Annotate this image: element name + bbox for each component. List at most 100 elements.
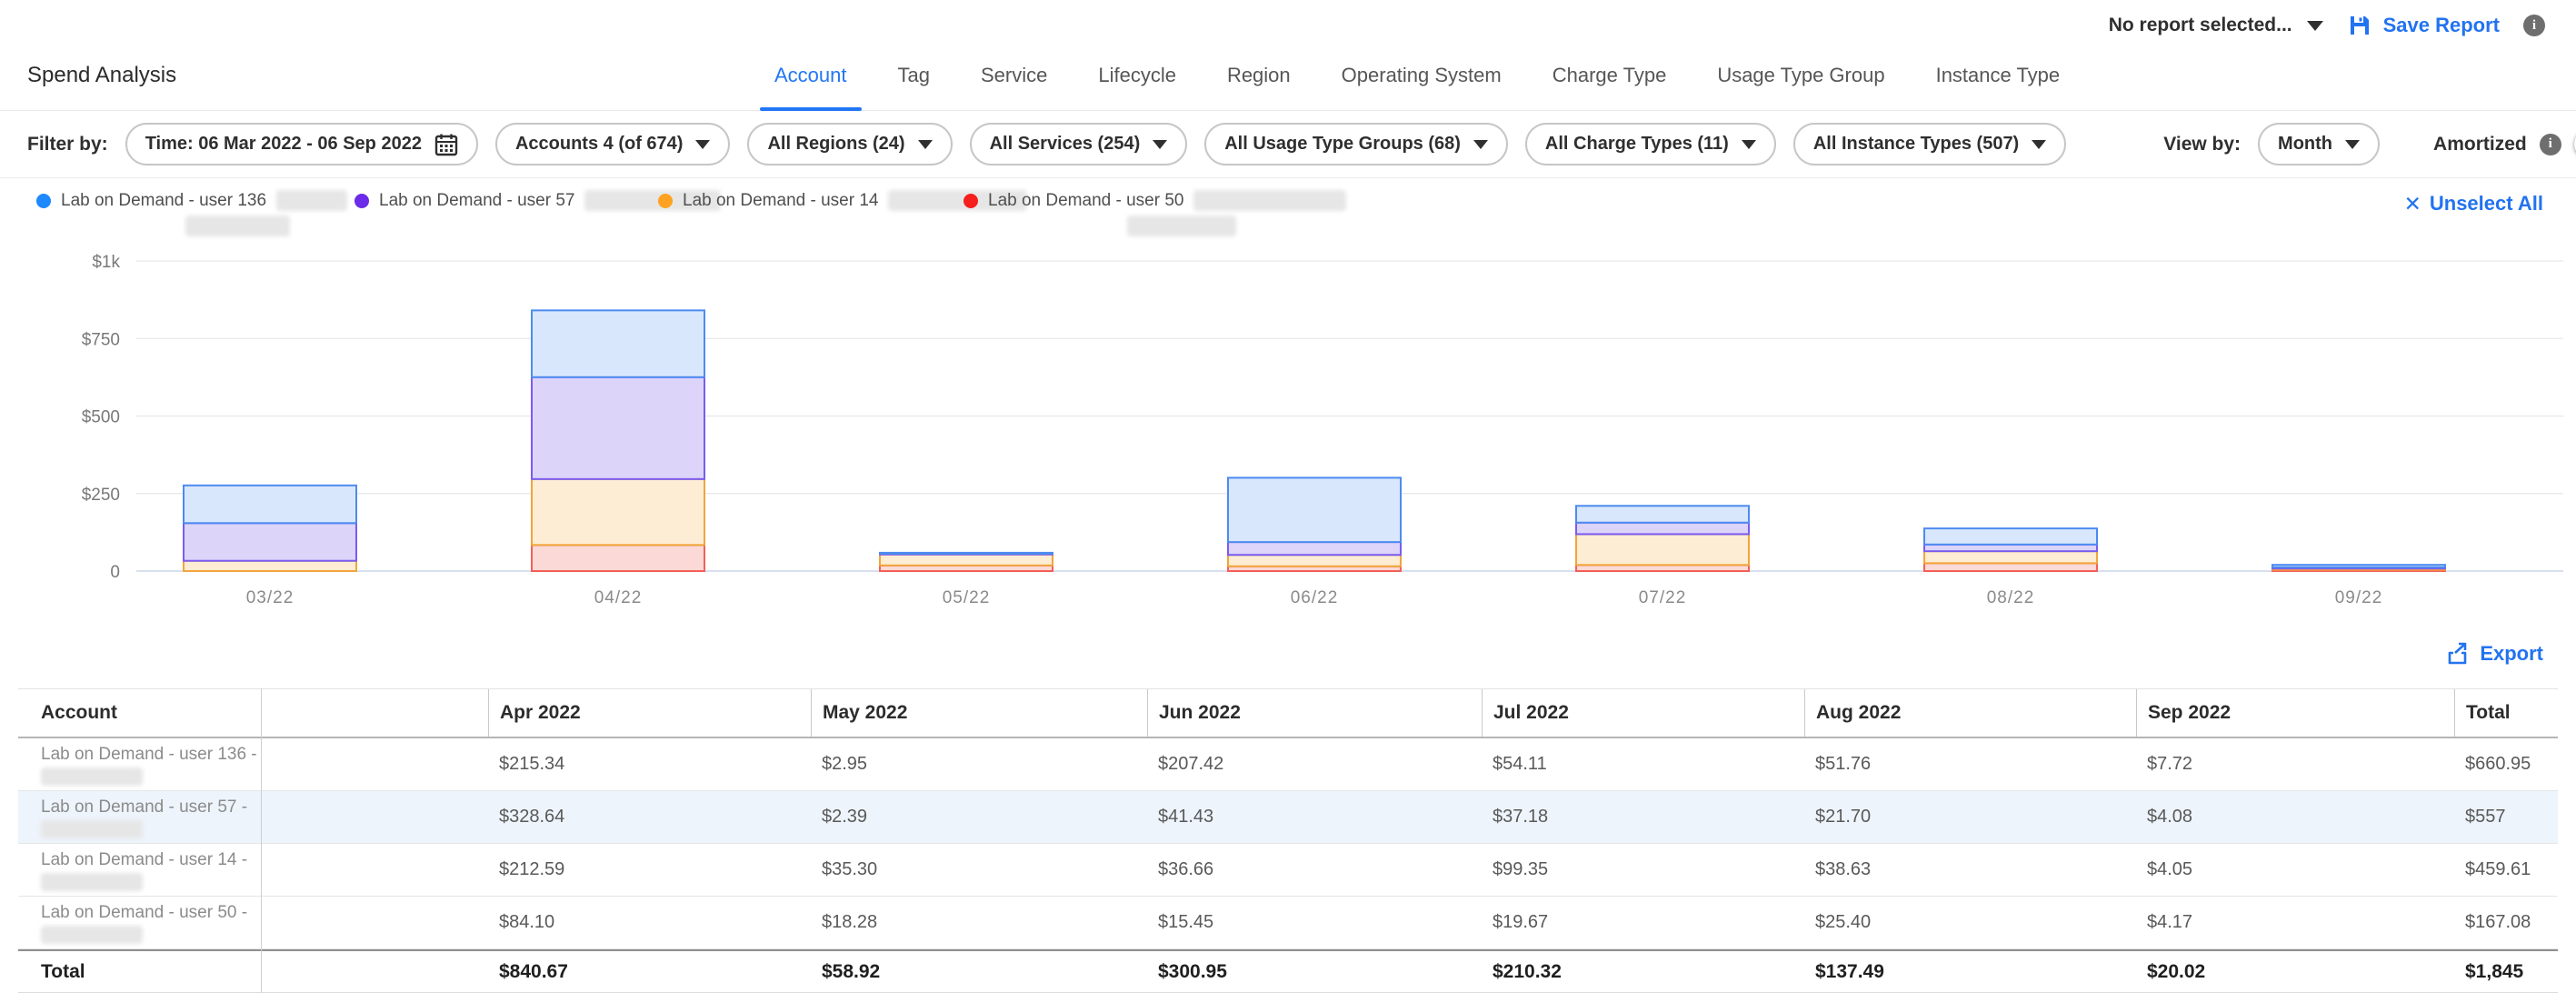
- total-value-cell: $20.02: [2136, 951, 2454, 992]
- cell-spacer: [261, 738, 488, 790]
- report-selector-dropdown[interactable]: No report selected...: [2109, 15, 2323, 36]
- filter-by-label: Filter by:: [27, 134, 108, 155]
- redacted-text: [185, 216, 290, 236]
- filter-pill-all-services[interactable]: All Services (254): [970, 123, 1188, 166]
- chart-bar-segment-lab-on-demand-user-50[interactable]: [532, 545, 704, 571]
- save-report-button[interactable]: Save Report: [2347, 13, 2500, 38]
- amortized-control: Amortized i: [2433, 132, 2576, 156]
- chart-bar-segment-lab-on-demand-user-14[interactable]: [1924, 551, 2097, 563]
- x-axis-tick-label: 08/22: [1987, 588, 2035, 607]
- redacted-text: [276, 190, 347, 211]
- legend-dot-icon: [36, 194, 51, 208]
- caret-down-icon: [695, 140, 710, 149]
- filter-pill-all-instance-types[interactable]: All Instance Types (507): [1793, 123, 2066, 166]
- chart-bar-segment-lab-on-demand-user-57[interactable]: [184, 523, 356, 560]
- value-cell: $212.59: [488, 844, 811, 896]
- legend-dot-icon: [354, 194, 369, 208]
- chart-bar-segment-lab-on-demand-user-136[interactable]: [1576, 506, 1749, 522]
- caret-down-icon: [2345, 140, 2360, 149]
- redacted-text: [41, 873, 143, 891]
- info-icon[interactable]: i: [2540, 134, 2561, 155]
- value-cell: $167.08: [2454, 897, 2558, 948]
- value-cell: $660.95: [2454, 738, 2558, 790]
- value-cell: $84.10: [488, 897, 811, 948]
- column-header-total: Total: [2454, 689, 2558, 737]
- chart-bar-segment-lab-on-demand-user-14[interactable]: [880, 555, 1053, 566]
- legend-item-lab-on-demand-user-50[interactable]: Lab on Demand - user 50: [964, 190, 1346, 211]
- tab-tag[interactable]: Tag: [898, 40, 930, 110]
- y-axis-tick-label: $500: [82, 408, 120, 427]
- chart-bar-segment-lab-on-demand-user-14[interactable]: [1576, 534, 1749, 565]
- chart-bar-segment-lab-on-demand-user-136[interactable]: [184, 486, 356, 523]
- redacted-text: [41, 767, 143, 786]
- x-axis-tick-label: 05/22: [943, 588, 991, 607]
- filter-pill-label: All Instance Types (507): [1813, 134, 2019, 155]
- chart-bar-segment-lab-on-demand-user-136[interactable]: [532, 310, 704, 376]
- tab-lifecycle[interactable]: Lifecycle: [1098, 40, 1176, 110]
- view-by-dropdown[interactable]: Month: [2258, 123, 2380, 166]
- column-header-may-2022: May 2022: [811, 689, 1147, 737]
- cell-spacer: [261, 844, 488, 896]
- chart-bar-segment-lab-on-demand-user-14[interactable]: [184, 561, 356, 571]
- info-icon[interactable]: i: [2523, 15, 2545, 36]
- filter-pill-all-usage-type-groups[interactable]: All Usage Type Groups (68): [1204, 123, 1508, 166]
- export-button[interactable]: Export: [2445, 631, 2543, 677]
- chart-bar-segment-lab-on-demand-user-136[interactable]: [2272, 565, 2445, 567]
- chart-bar-segment-lab-on-demand-user-136[interactable]: [1228, 477, 1401, 542]
- value-cell: $38.63: [1804, 844, 2136, 896]
- tab-service[interactable]: Service: [981, 40, 1047, 110]
- x-axis-tick-label: 04/22: [594, 588, 643, 607]
- export-icon: [2445, 642, 2470, 667]
- tab-instance-type[interactable]: Instance Type: [1936, 40, 2061, 110]
- filter-pill-all-regions[interactable]: All Regions (24): [747, 123, 952, 166]
- tab-usage-type-group[interactable]: Usage Type Group: [1717, 40, 1884, 110]
- column-spacer: [261, 689, 488, 737]
- total-value-cell: $840.67: [488, 951, 811, 992]
- chart-bar-segment-lab-on-demand-user-14[interactable]: [1228, 555, 1401, 567]
- tab-charge-type[interactable]: Charge Type: [1553, 40, 1667, 110]
- unselect-all-button[interactable]: ✕ Unselect All: [2404, 192, 2543, 216]
- tab-operating-system[interactable]: Operating System: [1342, 40, 1502, 110]
- value-cell: $51.76: [1804, 738, 2136, 790]
- account-column-divider: [261, 688, 262, 993]
- legend-item-lab-on-demand-user-136[interactable]: Lab on Demand - user 136: [36, 190, 347, 211]
- account-cell: Lab on Demand - user 50 -: [18, 897, 261, 948]
- chart-bar-segment-lab-on-demand-user-136[interactable]: [1924, 528, 2097, 545]
- filter-pill-label: All Charge Types (11): [1545, 134, 1729, 155]
- filter-pill-accounts-4[interactable]: Accounts 4 (of 674): [495, 123, 730, 166]
- value-cell: $99.35: [1482, 844, 1804, 896]
- legend-item-label: Lab on Demand - user 136: [61, 191, 266, 211]
- chart-bar-segment-lab-on-demand-user-14[interactable]: [532, 479, 704, 545]
- value-cell: $18.28: [811, 897, 1147, 948]
- value-cell: $328.64: [488, 791, 811, 843]
- value-cell: $2.39: [811, 791, 1147, 843]
- chart-bar-segment-lab-on-demand-user-57[interactable]: [1576, 523, 1749, 535]
- unselect-all-label: Unselect All: [2430, 192, 2543, 216]
- chart-bar-segment-lab-on-demand-user-136[interactable]: [880, 553, 1053, 554]
- column-header-jun-2022: Jun 2022: [1147, 689, 1482, 737]
- legend-dot-icon: [964, 194, 978, 208]
- filter-pill-all-charge-types[interactable]: All Charge Types (11): [1525, 123, 1776, 166]
- value-cell: $35.30: [811, 844, 1147, 896]
- total-value-cell: $1,845: [2454, 951, 2558, 992]
- filter-pill-label: Accounts 4 (of 674): [515, 134, 683, 155]
- table-row: Lab on Demand - user 50 - $84.10$18.28$15…: [18, 897, 2558, 949]
- tab-region[interactable]: Region: [1227, 40, 1291, 110]
- total-value-cell: $210.32: [1482, 951, 1804, 992]
- filter-pill-time-06-mar-2022-06-sep-2022[interactable]: Time: 06 Mar 2022 - 06 Sep 2022: [125, 123, 478, 166]
- value-cell: $4.05: [2136, 844, 2454, 896]
- account-name: Lab on Demand - user 136 -: [41, 745, 261, 765]
- table-row: Lab on Demand - user 136 -$215.34$2.95$2…: [18, 738, 2558, 791]
- value-cell: $15.45: [1147, 897, 1482, 948]
- total-value-cell: $300.95: [1147, 951, 1482, 992]
- value-cell: $54.11: [1482, 738, 1804, 790]
- legend-item-label: Lab on Demand - user 57: [379, 191, 574, 211]
- tab-account[interactable]: Account: [774, 40, 847, 110]
- chart-bar-segment-lab-on-demand-user-57[interactable]: [532, 377, 704, 479]
- chart-bar-segment-lab-on-demand-user-57[interactable]: [1228, 542, 1401, 555]
- chart-bar-segment-lab-on-demand-user-57[interactable]: [1924, 545, 2097, 551]
- view-by-value: Month: [2278, 134, 2332, 155]
- chart-bar-segment-lab-on-demand-user-50[interactable]: [1924, 563, 2097, 571]
- chart-bar-segment-lab-on-demand-user-50[interactable]: [1576, 565, 1749, 571]
- total-value-cell: $137.49: [1804, 951, 2136, 992]
